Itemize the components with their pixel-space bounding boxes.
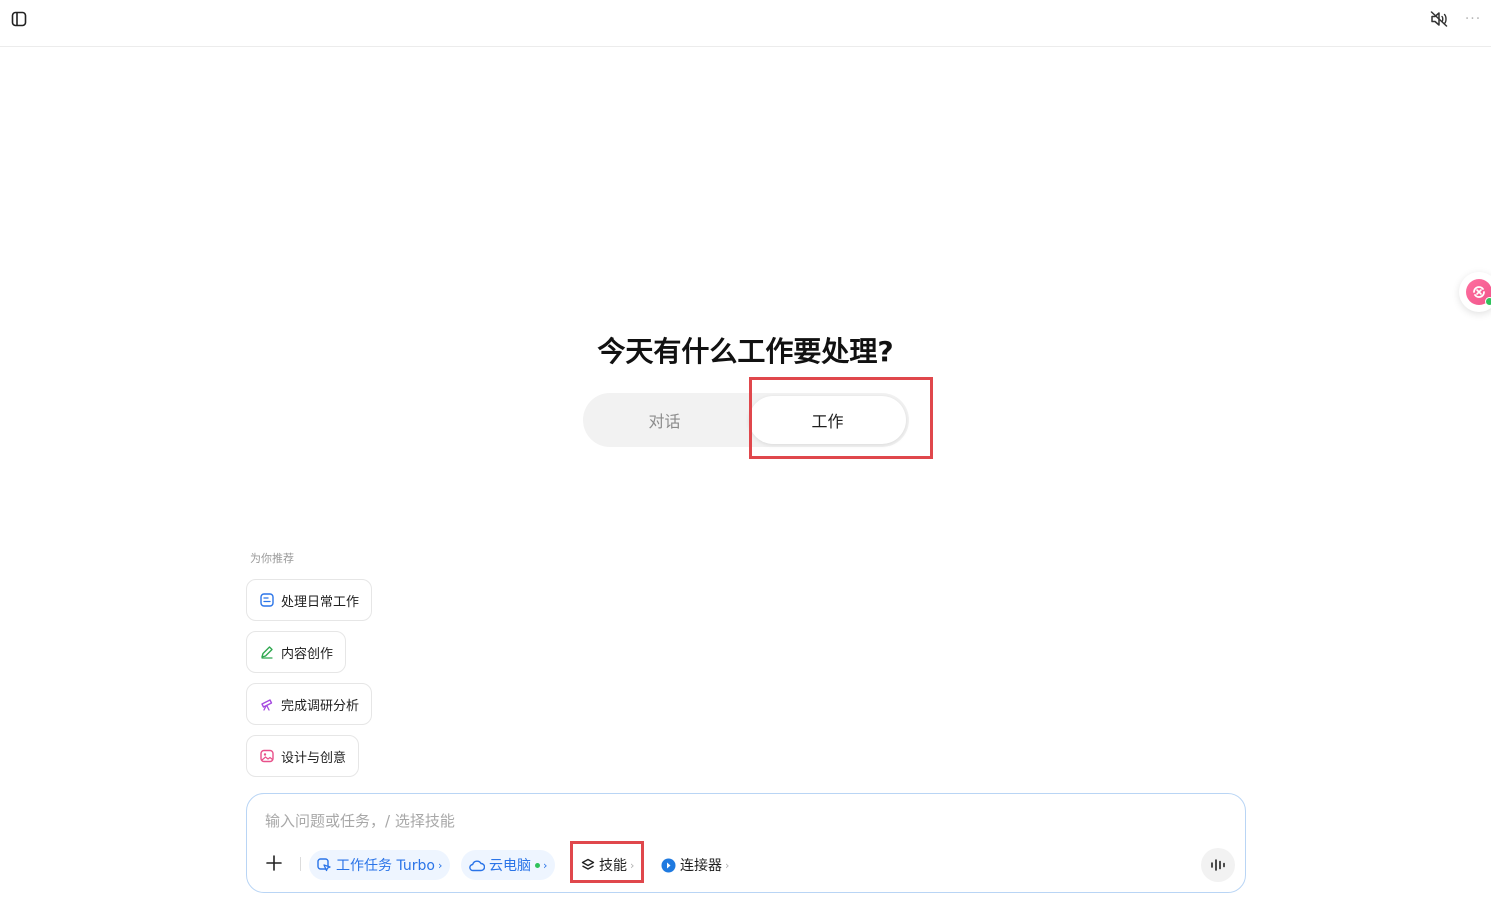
voice-input-button[interactable]: [1201, 848, 1235, 882]
tab-work[interactable]: 工作: [749, 396, 906, 444]
document-icon: [259, 592, 275, 608]
top-bar: ···: [0, 0, 1491, 47]
mute-icon[interactable]: [1428, 9, 1450, 29]
composer: 工作任务 Turbo › 云电脑 › 技能 › 连接器 ›: [246, 793, 1246, 893]
image-icon: [259, 748, 275, 764]
skills-button[interactable]: 技能 ›: [573, 850, 642, 880]
assistant-icon: [1466, 279, 1491, 306]
cursor-icon: [317, 857, 332, 873]
task-input[interactable]: [265, 808, 1165, 834]
cloud-computer-button[interactable]: 云电脑 ›: [461, 850, 556, 880]
suggestion-daily-work[interactable]: 处理日常工作: [246, 579, 373, 621]
connector-label: 连接器: [680, 858, 722, 874]
connector-button[interactable]: 连接器 ›: [653, 850, 737, 880]
sidebar-toggle-icon[interactable]: [10, 10, 28, 28]
suggestion-label: 设计与创意: [281, 750, 347, 766]
suggestion-label: 内容创作: [281, 646, 334, 662]
more-options-button[interactable]: ···: [1462, 9, 1484, 29]
suggestion-content-creation[interactable]: 内容创作: [246, 631, 347, 673]
turbo-label: 工作任务 Turbo: [336, 858, 435, 874]
chevron-right-icon: ›: [437, 858, 443, 872]
telescope-icon: [259, 696, 275, 712]
pen-icon: [259, 644, 275, 660]
waveform-icon: [1211, 859, 1225, 871]
page-title: 今天有什么工作要处理?: [597, 335, 894, 368]
skills-label: 技能: [599, 858, 627, 874]
chevron-right-icon: ›: [725, 858, 730, 872]
suggestion-design-creative[interactable]: 设计与创意: [246, 735, 360, 777]
floating-assistant-button[interactable]: [1459, 272, 1491, 312]
chevron-right-icon: ›: [630, 858, 635, 872]
cloud-label: 云电脑: [489, 858, 531, 874]
chevron-right-icon: ›: [543, 858, 548, 872]
connector-icon: [661, 858, 676, 873]
layers-icon: [581, 858, 595, 872]
divider: [300, 857, 301, 871]
suggestion-label: 处理日常工作: [281, 594, 360, 610]
suggestion-research-analysis[interactable]: 完成调研分析: [246, 683, 373, 725]
mode-switch: 对话 工作: [583, 393, 909, 447]
recommendations-label: 为你推荐: [250, 552, 294, 565]
online-status-dot: [535, 862, 540, 868]
suggestion-label: 完成调研分析: [281, 698, 360, 714]
add-attachment-button[interactable]: [263, 852, 285, 874]
work-task-turbo-button[interactable]: 工作任务 Turbo ›: [309, 850, 451, 880]
cloud-icon: [469, 859, 485, 872]
status-dot: [1485, 297, 1491, 306]
tab-chat[interactable]: 对话: [583, 393, 746, 447]
